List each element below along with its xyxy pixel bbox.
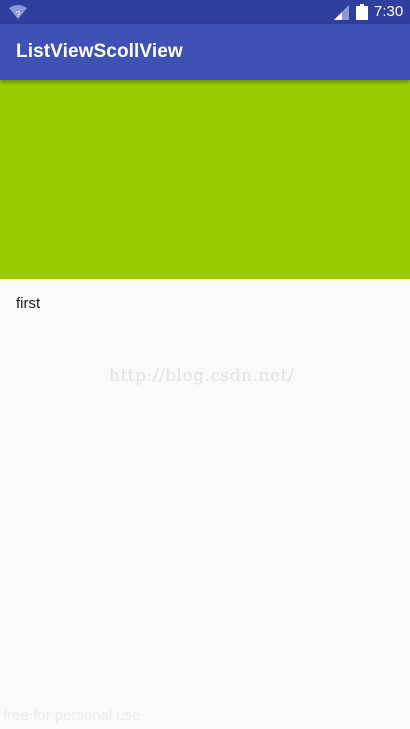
green-header-view [0, 80, 410, 279]
footer-watermark: free for personal use [3, 707, 141, 724]
status-bar: ? 7:30 [0, 0, 410, 24]
list-item-label: first [16, 295, 41, 312]
app-title: ListViewScollView [16, 41, 183, 62]
list-item[interactable]: first [0, 279, 410, 327]
app-bar: ListViewScollView [0, 24, 410, 80]
battery-icon [356, 4, 368, 20]
status-time: 7:30 [374, 3, 404, 20]
svg-text:?: ? [16, 10, 21, 19]
wifi-icon: ? [9, 5, 27, 19]
signal-icon [334, 5, 349, 20]
list-view[interactable]: first [0, 279, 410, 327]
watermark-text: http://blog.csdn.net/ [109, 366, 295, 386]
